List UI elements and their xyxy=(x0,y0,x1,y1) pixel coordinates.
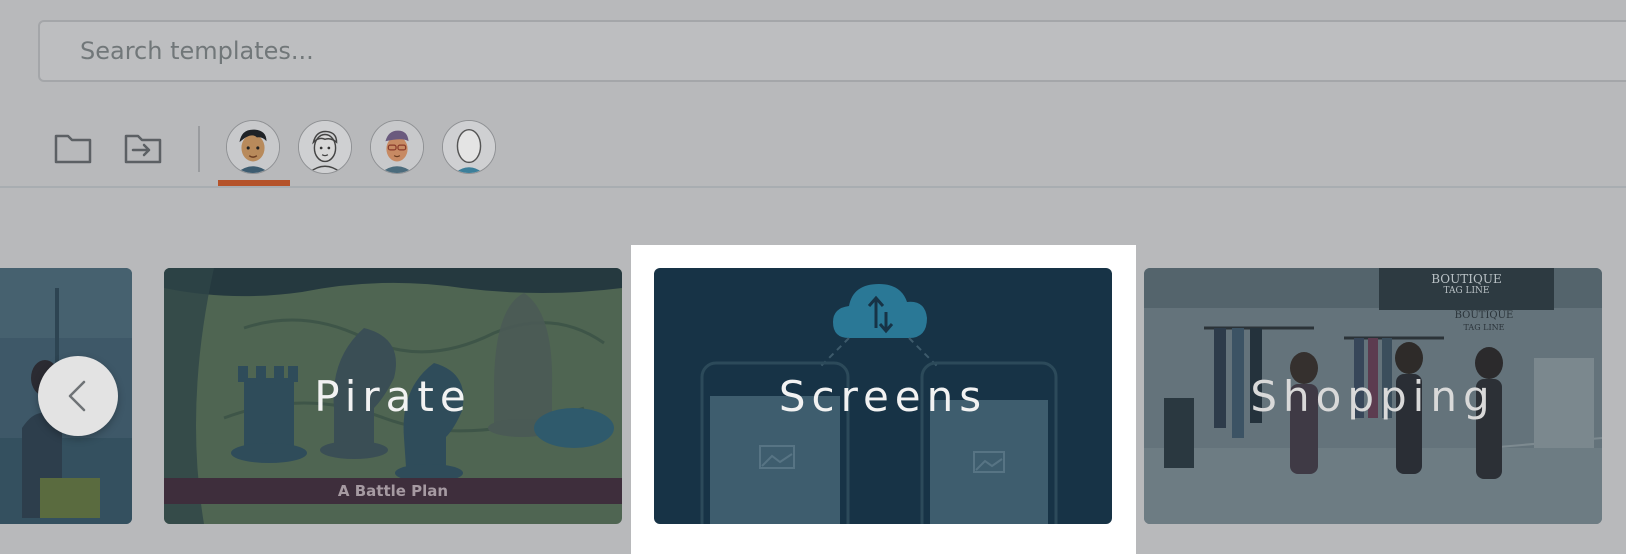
search-input[interactable] xyxy=(40,22,1626,80)
template-card-screens[interactable]: Screens xyxy=(654,268,1112,524)
avatar-style-2[interactable] xyxy=(298,120,352,174)
carousel-prev-button[interactable] xyxy=(38,356,118,436)
avatar-style-4[interactable] xyxy=(442,120,496,174)
template-card-shopping[interactable]: BOUTIQUE TAG LINE BOUTIQUE TAG LINE Shop… xyxy=(1144,268,1602,524)
character-toolbar xyxy=(0,110,1626,188)
template-subtitle: A Battle Plan xyxy=(337,482,449,500)
folder-import-icon[interactable] xyxy=(123,128,163,168)
template-card-pirate[interactable]: Pirate A Battle Plan xyxy=(164,268,622,524)
template-title: Screens xyxy=(778,371,988,421)
avatar-style-1[interactable] xyxy=(226,120,280,174)
avatar-style-3[interactable] xyxy=(370,120,424,174)
chevron-left-icon xyxy=(68,380,86,412)
search-field[interactable] xyxy=(38,20,1626,82)
toolbar-divider xyxy=(0,186,1626,188)
template-title: Shopping xyxy=(1250,371,1496,421)
toolbar-separator xyxy=(198,126,200,172)
folder-icon[interactable] xyxy=(53,128,93,168)
